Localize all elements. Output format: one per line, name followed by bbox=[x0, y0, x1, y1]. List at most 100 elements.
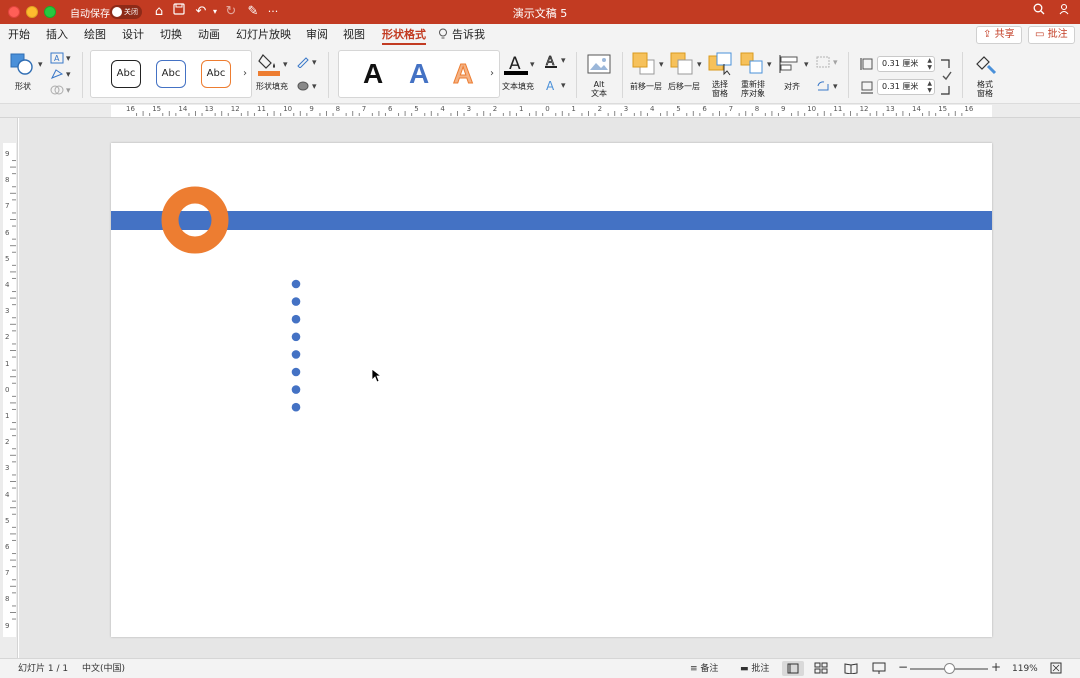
home-icon[interactable]: ⌂ bbox=[150, 3, 168, 21]
normal-view-button[interactable] bbox=[782, 661, 804, 676]
lock-aspect-ratio-icon[interactable] bbox=[941, 70, 953, 85]
close-window-button[interactable] bbox=[8, 6, 20, 18]
shape-fill-icon[interactable] bbox=[258, 51, 280, 82]
bring-forward-icon[interactable] bbox=[632, 52, 658, 79]
share-button[interactable]: ⇪ 共享 bbox=[976, 26, 1022, 44]
text-effects-icon[interactable]: A bbox=[544, 78, 558, 95]
tab-slideshow[interactable]: 幻灯片放映 bbox=[236, 27, 291, 45]
group-icon[interactable] bbox=[816, 56, 830, 71]
tab-draw[interactable]: 绘图 bbox=[84, 27, 106, 45]
height-stepper-icon[interactable]: ▲ ▼ bbox=[927, 57, 932, 71]
slide-sorter-icon[interactable] bbox=[814, 662, 828, 677]
shape-outline-dropdown-icon[interactable]: ▾ bbox=[312, 58, 317, 68]
tab-animations[interactable]: 动画 bbox=[198, 27, 220, 45]
rotate-icon[interactable] bbox=[816, 80, 830, 95]
redo-icon[interactable]: ↻ bbox=[222, 3, 240, 21]
shape-style-3[interactable]: Abc bbox=[201, 60, 231, 88]
selection-pane-icon[interactable] bbox=[708, 52, 734, 79]
align-dropdown-icon[interactable]: ▾ bbox=[804, 60, 809, 70]
zoom-level[interactable]: 119% bbox=[1012, 663, 1038, 675]
blue-dot[interactable] bbox=[291, 402, 301, 412]
tab-insert[interactable]: 插入 bbox=[46, 27, 68, 45]
blue-dot[interactable] bbox=[291, 385, 301, 394]
shape-styles-more-icon[interactable]: › bbox=[243, 68, 247, 79]
text-box-dropdown-icon[interactable]: ▾ bbox=[66, 54, 71, 64]
wordart-style-3[interactable]: A bbox=[452, 57, 473, 91]
zoom-window-button[interactable] bbox=[44, 6, 56, 18]
tab-view[interactable]: 视图 bbox=[343, 27, 365, 45]
format-painter-icon[interactable]: ✎ bbox=[244, 3, 262, 21]
wordart-more-icon[interactable]: › bbox=[490, 68, 494, 79]
text-fill-dropdown-icon[interactable]: ▾ bbox=[530, 60, 535, 70]
shape-style-2[interactable]: Abc bbox=[156, 60, 186, 88]
minimize-window-button[interactable] bbox=[26, 6, 38, 18]
width-stepper-icon[interactable]: ▲ ▼ bbox=[927, 80, 932, 94]
shape-fill-dropdown-icon[interactable]: ▾ bbox=[283, 60, 288, 70]
shape-width-value: 0.31 厘米 bbox=[882, 82, 919, 91]
more-icon[interactable]: ··· bbox=[264, 3, 282, 21]
autosave-state: 关闭 bbox=[124, 8, 138, 16]
notes-button[interactable]: ≡ 备注 bbox=[690, 663, 718, 675]
horizontal-ruler[interactable]: 16 15 14 13 12 11 10 9 8 7 6 5 4 3 2 1 0 1 2 3 4 5 6 7 8 9 10 11 12 1… bbox=[0, 104, 1080, 118]
bring-forward-dropdown-icon[interactable]: ▾ bbox=[659, 60, 664, 70]
blue-line-bar[interactable] bbox=[111, 211, 992, 230]
rotate-dropdown-icon[interactable]: ▾ bbox=[833, 82, 838, 92]
group-dropdown-icon[interactable]: ▾ bbox=[833, 58, 838, 68]
search-icon[interactable] bbox=[1030, 3, 1048, 21]
text-box-icon[interactable]: A bbox=[50, 52, 64, 67]
fit-to-window-icon[interactable] bbox=[1050, 662, 1062, 677]
status-comments-button[interactable]: ▬ 批注 bbox=[740, 663, 769, 675]
blue-dot[interactable] bbox=[291, 332, 301, 342]
account-icon[interactable] bbox=[1056, 3, 1074, 21]
send-backward-icon[interactable] bbox=[670, 52, 696, 79]
shape-width-input[interactable]: 0.31 厘米 ▲ ▼ bbox=[877, 79, 935, 95]
wordart-style-1[interactable]: A bbox=[363, 57, 383, 91]
text-outline-dropdown-icon[interactable]: ▾ bbox=[561, 56, 566, 66]
blue-dot[interactable] bbox=[291, 279, 301, 289]
tab-review[interactable]: 审阅 bbox=[306, 27, 328, 45]
vertical-ruler[interactable]: 9 8 7 6 5 4 3 2 1 0 1 2 3 4 5 6 7 8 9 bbox=[0, 118, 18, 658]
text-effects-dropdown-icon[interactable]: ▾ bbox=[561, 81, 566, 91]
blue-dot[interactable] bbox=[291, 314, 301, 324]
blue-dot[interactable] bbox=[291, 367, 301, 377]
shape-outline-icon[interactable] bbox=[296, 56, 310, 71]
tab-home[interactable]: 开始 bbox=[8, 27, 30, 45]
blue-dot[interactable] bbox=[291, 297, 301, 306]
slide-canvas[interactable] bbox=[19, 118, 1080, 658]
merge-shapes-icon[interactable] bbox=[50, 84, 64, 99]
shape-effects-dropdown-icon[interactable]: ▾ bbox=[312, 82, 317, 92]
slide-1[interactable] bbox=[111, 143, 992, 637]
reorder-objects-icon[interactable] bbox=[740, 52, 766, 79]
merge-shapes-dropdown-icon[interactable]: ▾ bbox=[66, 86, 71, 96]
comments-button[interactable]: ▭ 批注 bbox=[1028, 26, 1075, 44]
zoom-out-icon[interactable]: − bbox=[898, 661, 908, 673]
save-icon[interactable] bbox=[170, 3, 188, 21]
autosave-toggle[interactable]: 关闭 bbox=[110, 5, 142, 19]
wordart-style-2[interactable]: A bbox=[409, 57, 429, 91]
text-outline-icon[interactable]: A bbox=[544, 54, 558, 71]
ruler-tick-label: 6 bbox=[5, 543, 10, 551]
align-icon[interactable] bbox=[778, 54, 802, 77]
zoom-in-icon[interactable]: + bbox=[991, 661, 1001, 673]
format-pane-icon[interactable] bbox=[974, 52, 998, 79]
language-indicator[interactable]: 中文(中国) bbox=[82, 663, 125, 675]
edit-shape-dropdown-icon[interactable]: ▾ bbox=[66, 70, 71, 80]
tab-design[interactable]: 设计 bbox=[122, 27, 144, 45]
alt-text-icon[interactable] bbox=[587, 54, 611, 77]
blue-dot[interactable] bbox=[291, 350, 301, 359]
shape-effects-icon[interactable] bbox=[296, 80, 310, 95]
reorder-dropdown-icon[interactable]: ▾ bbox=[767, 60, 772, 70]
tab-tell-me[interactable]: 告诉我 bbox=[452, 27, 485, 45]
tab-transitions[interactable]: 切换 bbox=[160, 27, 182, 45]
shapes-icon[interactable] bbox=[10, 52, 36, 79]
text-fill-icon[interactable]: A bbox=[504, 52, 528, 79]
tab-shape-format[interactable]: 形状格式 bbox=[382, 27, 426, 45]
shape-style-1[interactable]: Abc bbox=[111, 60, 141, 88]
reading-view-icon[interactable] bbox=[844, 662, 858, 677]
slideshow-icon[interactable] bbox=[872, 662, 886, 677]
send-backward-dropdown-icon[interactable]: ▾ bbox=[697, 60, 702, 70]
edit-shape-icon[interactable] bbox=[50, 68, 64, 83]
shapes-dropdown-icon[interactable]: ▾ bbox=[38, 60, 43, 70]
shape-height-input[interactable]: 0.31 厘米 ▲ ▼ bbox=[877, 56, 935, 72]
zoom-slider-thumb[interactable] bbox=[944, 663, 955, 674]
